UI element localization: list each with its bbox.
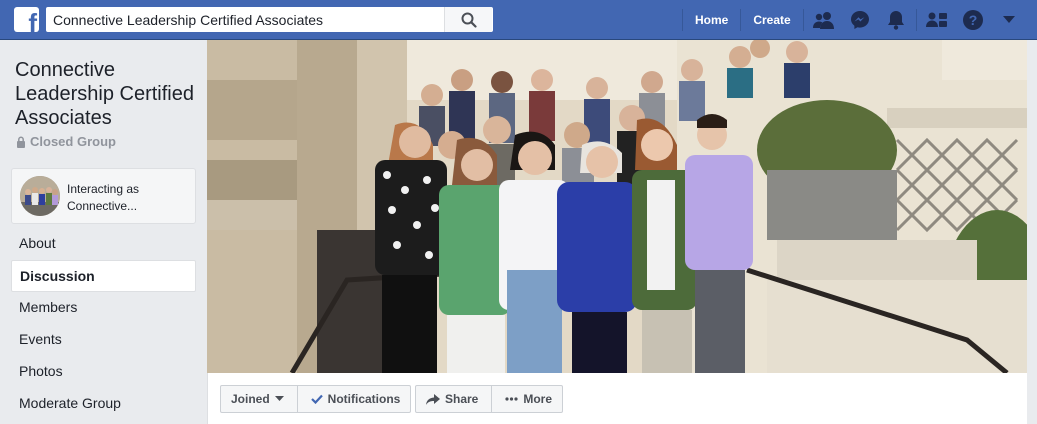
- group-action-bar: Joined Notifications Share More: [207, 373, 1027, 424]
- messenger-icon: [850, 11, 869, 29]
- search-icon: [461, 12, 477, 28]
- group-cover-image: [207, 40, 1027, 373]
- nav-separator: [740, 9, 742, 31]
- account-menu-button[interactable]: [991, 8, 1027, 32]
- share-icon: [426, 393, 440, 405]
- interacting-as-card[interactable]: Interacting as Connective...: [11, 168, 196, 224]
- sidebar-item-photos[interactable]: Photos: [11, 356, 196, 388]
- sidebar-item-events[interactable]: Events: [11, 324, 196, 356]
- groups-icon: [925, 12, 947, 27]
- messenger-button[interactable]: [842, 8, 878, 32]
- more-button[interactable]: More: [505, 392, 552, 406]
- group-privacy: Closed Group: [16, 134, 116, 149]
- interacting-as-text: Interacting as Connective...: [67, 181, 192, 215]
- search-box: [46, 7, 493, 32]
- friends-icon: [812, 12, 834, 29]
- interacting-as-name: Connective...: [67, 199, 138, 213]
- help-icon: ?: [962, 10, 983, 30]
- more-label: More: [523, 392, 553, 406]
- sidebar-item-moderate-group[interactable]: Moderate Group: [11, 388, 196, 420]
- chevron-down-icon: [1002, 16, 1015, 23]
- joined-notifications-group: Joined Notifications: [220, 385, 412, 413]
- sidebar-item-discussion[interactable]: Discussion: [11, 260, 196, 292]
- notifications-button[interactable]: [878, 8, 914, 32]
- privacy-label: Closed Group: [30, 134, 116, 149]
- interacting-as-label: Interacting as: [67, 182, 140, 196]
- facebook-logo[interactable]: f: [14, 7, 39, 32]
- help-button[interactable]: ?: [955, 8, 991, 32]
- avatar-group-photo: [20, 176, 60, 216]
- chevron-down-icon: [274, 396, 284, 401]
- share-more-group: Share More: [415, 385, 564, 413]
- top-navigation-bar: f Home Create ?: [0, 0, 1037, 40]
- create-link[interactable]: Create: [743, 8, 800, 32]
- search-input[interactable]: [53, 10, 443, 29]
- search-button[interactable]: [444, 7, 492, 32]
- page-avatar: [20, 176, 60, 216]
- notifications-button[interactable]: Notifications: [310, 392, 401, 406]
- group-menu: About Discussion Members Events Photos M…: [11, 228, 196, 420]
- group-title[interactable]: Connective Leadership Certified Associat…: [15, 58, 205, 130]
- group-sidebar: Connective Leadership Certified Associat…: [0, 40, 207, 424]
- sidebar-item-about[interactable]: About: [11, 228, 196, 260]
- home-link[interactable]: Home: [685, 8, 738, 32]
- nav-separator: [915, 9, 917, 31]
- notifications-icon: [887, 11, 904, 30]
- share-label: Share: [445, 392, 479, 406]
- more-icon: [505, 397, 518, 401]
- svg-text:?: ?: [968, 12, 977, 28]
- logo-letter: f: [28, 8, 37, 32]
- check-icon: [310, 394, 323, 404]
- share-button[interactable]: Share: [426, 392, 478, 406]
- notifications-label: Notifications: [327, 392, 401, 406]
- button-divider: [296, 386, 298, 412]
- lock-icon: [17, 136, 25, 148]
- nav-separator: [682, 9, 683, 31]
- nav-separator: [802, 9, 804, 31]
- joined-label: Joined: [231, 392, 270, 406]
- friend-requests-button[interactable]: [806, 8, 842, 32]
- button-divider: [491, 386, 493, 412]
- top-nav: Home Create ?: [680, 0, 1027, 40]
- cover-photo[interactable]: [207, 40, 1027, 373]
- joined-button[interactable]: Joined: [231, 392, 284, 406]
- groups-button[interactable]: [919, 8, 955, 32]
- sidebar-item-members[interactable]: Members: [11, 292, 196, 324]
